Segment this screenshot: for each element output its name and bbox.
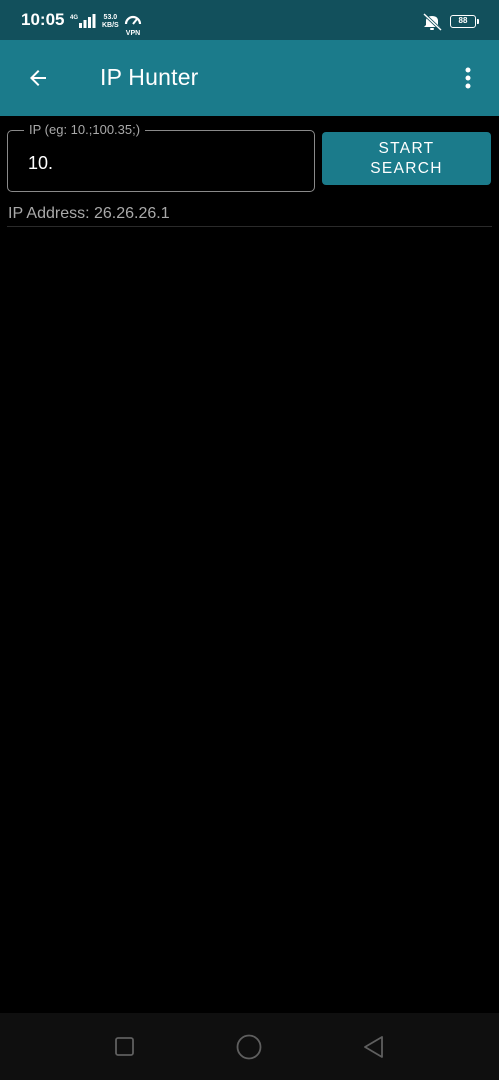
mute-icon (422, 12, 443, 36)
status-time: 10:05 (21, 10, 65, 29)
navigation-bar (0, 1013, 499, 1080)
more-vert-icon (465, 67, 471, 89)
back-button[interactable] (16, 58, 60, 98)
home-button[interactable] (229, 1031, 269, 1063)
start-search-button[interactable]: START SEARCH (322, 132, 491, 185)
signal-icon: 4G (70, 13, 96, 34)
back-triangle-icon (364, 1036, 383, 1058)
divider (7, 226, 492, 227)
vpn-icon: VPN (124, 12, 142, 37)
app-bar: IP Hunter (0, 40, 499, 116)
home-circle-icon (236, 1034, 262, 1060)
network-speed-unit: KB/S (102, 22, 119, 29)
arrow-back-icon (30, 70, 46, 86)
svg-text:4G: 4G (70, 15, 78, 21)
ip-field-label: IP (eg: 10.;100.35;) (24, 122, 146, 138)
ip-input[interactable] (28, 149, 298, 177)
more-options-button[interactable] (452, 60, 484, 96)
vpn-label: VPN (125, 30, 141, 37)
status-bar: 10:05 4G 53.0 KB/S VPN 88 (0, 0, 499, 40)
system-back-button[interactable] (354, 1031, 394, 1063)
start-search-label: START SEARCH (370, 139, 443, 177)
screen: 10:05 4G 53.0 KB/S VPN 88 IP Hunter IP (… (0, 0, 499, 1080)
network-speed-value: 53.0 (103, 14, 118, 21)
recents-square-icon (115, 1037, 134, 1056)
network-speed: 53.0 KB/S (102, 14, 119, 30)
ip-address-text: IP Address: 26.26.26.1 (8, 205, 170, 222)
battery-level: 88 (458, 16, 468, 25)
app-title: IP Hunter (100, 64, 199, 90)
recents-button[interactable] (105, 1031, 145, 1063)
battery-icon: 88 (450, 15, 479, 28)
ip-field: IP (eg: 10.;100.35;) (7, 122, 315, 192)
